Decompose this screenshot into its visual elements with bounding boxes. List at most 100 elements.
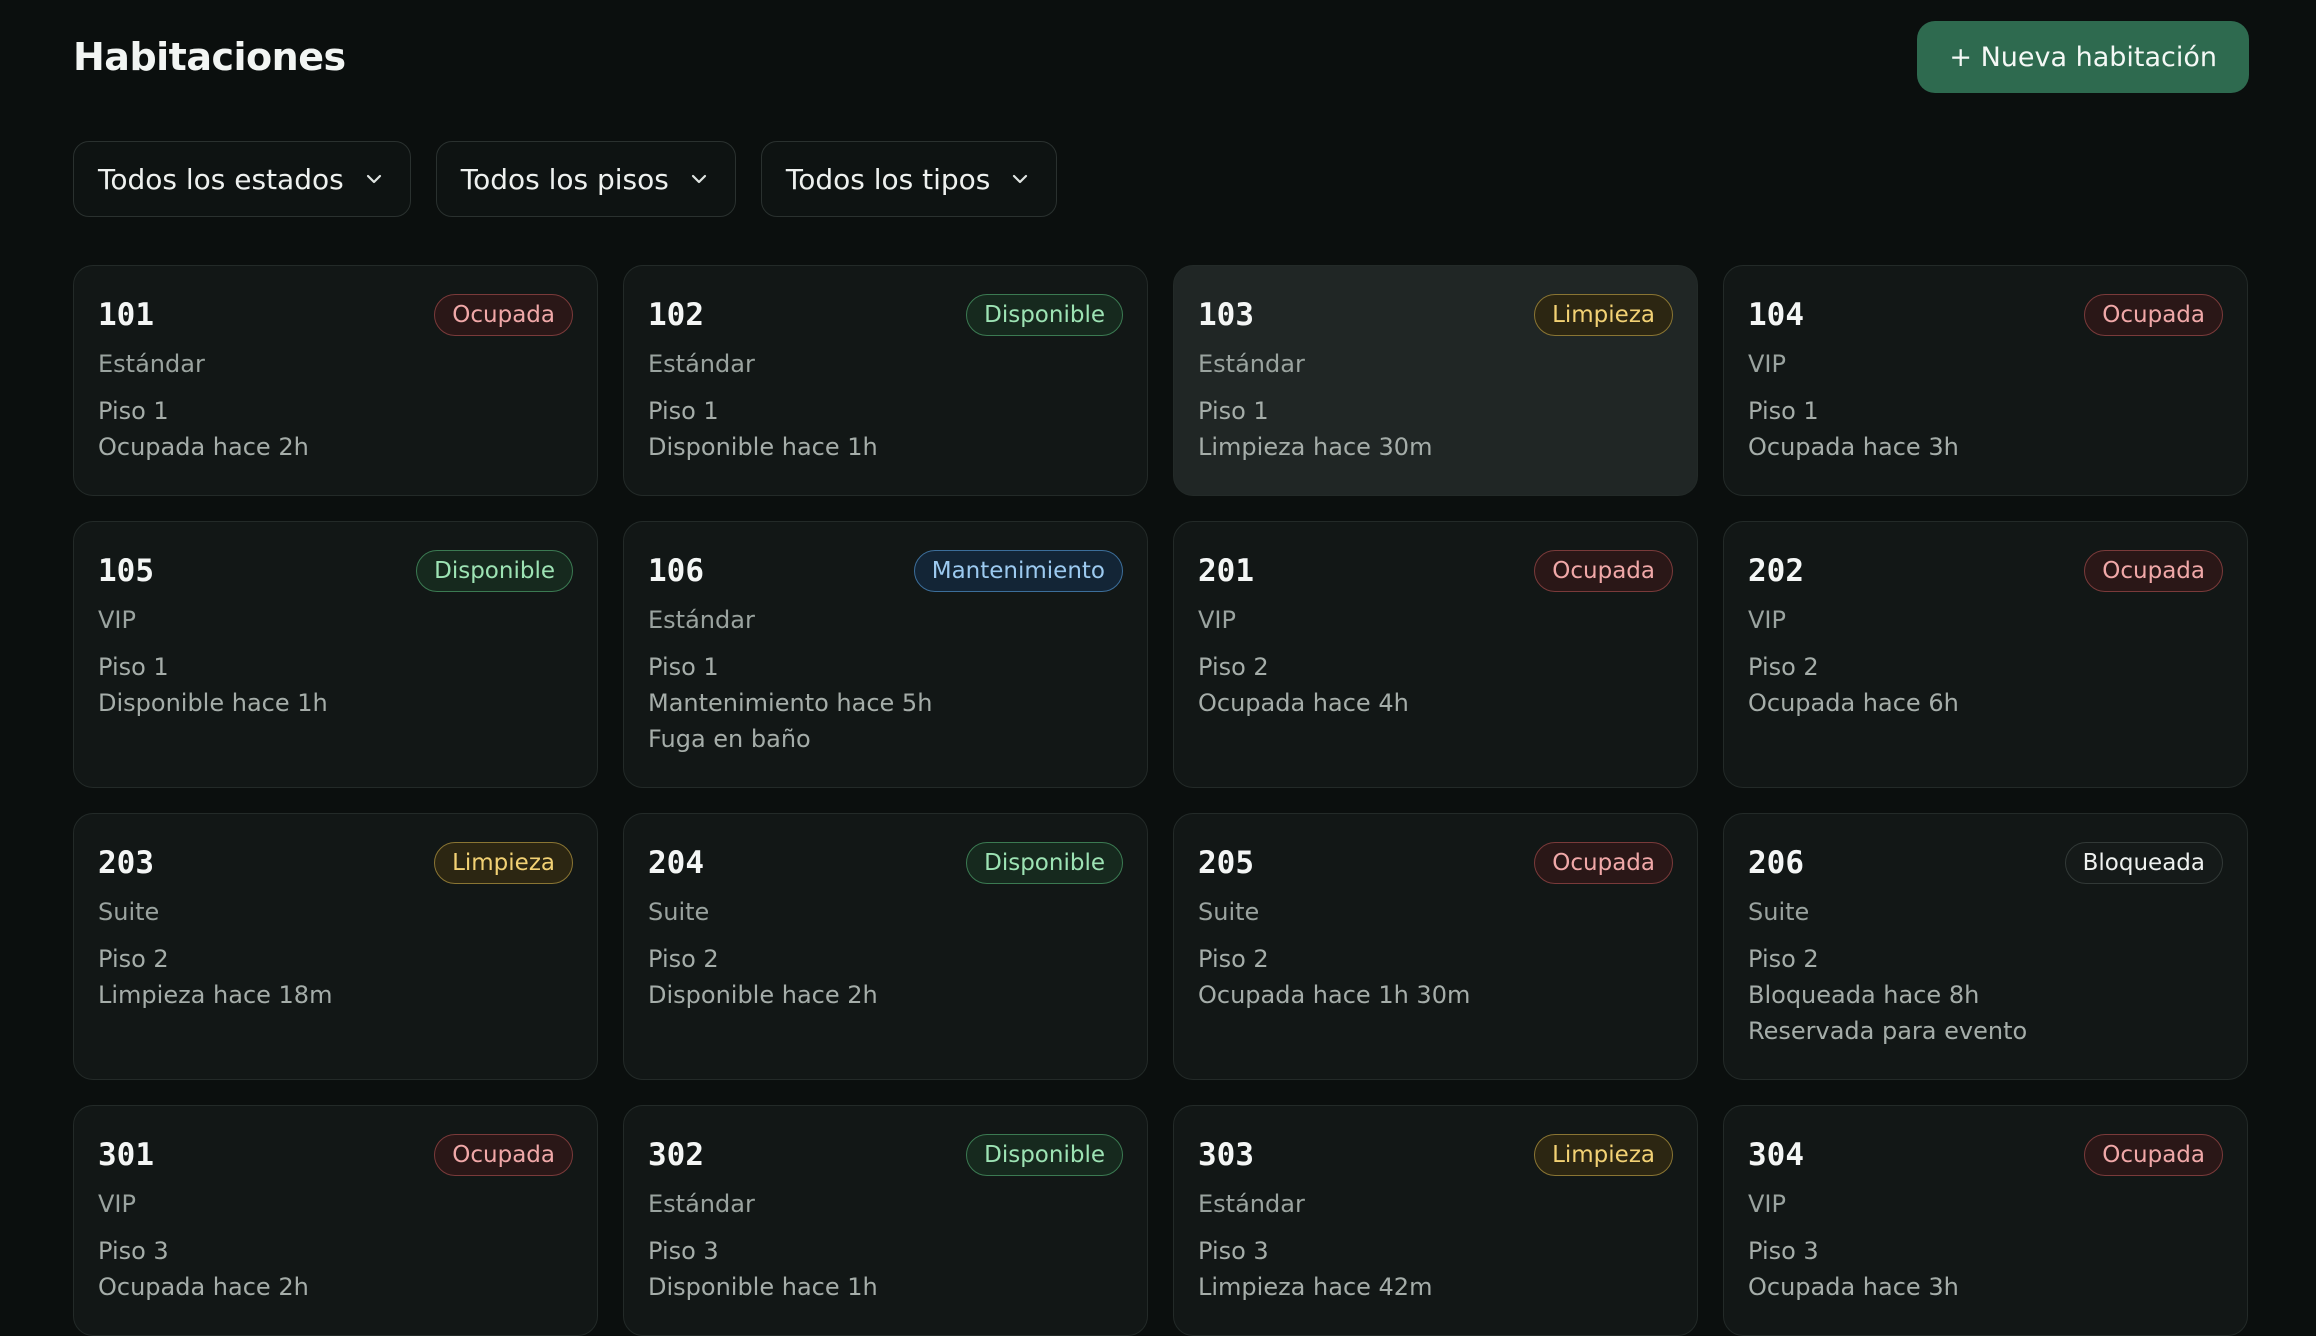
status-badge: Ocupada bbox=[1534, 842, 1673, 884]
room-status-time: Limpieza hace 42m bbox=[1198, 1273, 1433, 1301]
room-number: 105 bbox=[98, 553, 154, 589]
status-badge: Disponible bbox=[416, 550, 573, 592]
room-card[interactable]: 105 Disponible VIP Piso 1 Disponible hace 1h bbox=[73, 521, 598, 788]
type-filter-label: Todos los tipos bbox=[785, 162, 991, 196]
room-floor: Piso 1 bbox=[1748, 397, 1819, 425]
room-number: 301 bbox=[98, 1137, 154, 1173]
room-number: 102 bbox=[648, 297, 704, 333]
room-type: VIP bbox=[1198, 606, 1236, 634]
room-floor: Piso 2 bbox=[1198, 653, 1269, 681]
room-number: 201 bbox=[1198, 553, 1254, 589]
room-floor: Piso 1 bbox=[648, 397, 719, 425]
chevron-down-icon bbox=[691, 174, 706, 184]
room-floor: Piso 1 bbox=[648, 653, 719, 681]
status-badge: Mantenimiento bbox=[913, 550, 1123, 592]
filter-bar: Todos los estados Todos los pisos Todos … bbox=[73, 141, 1058, 217]
room-card-header: 103 Limpieza bbox=[1198, 294, 1673, 336]
room-type: VIP bbox=[98, 606, 136, 634]
room-card[interactable]: 205 Ocupada Suite Piso 2 Ocupada hace 1h 30m bbox=[1173, 813, 1698, 1080]
page-header: Habitaciones + Nueva habitación bbox=[73, 20, 2249, 94]
room-card-header: 106 Mantenimiento bbox=[648, 550, 1123, 592]
room-type: VIP bbox=[98, 1190, 136, 1218]
room-card[interactable]: 302 Disponible Estándar Piso 3 Disponible ha… bbox=[623, 1105, 1148, 1336]
room-number: 302 bbox=[648, 1137, 704, 1173]
room-grid: 101 Ocupada Estándar Piso 1 Ocupada hace 2h 1… bbox=[73, 265, 2248, 1336]
room-status-time: Ocupada hace 6h bbox=[1748, 689, 1959, 717]
room-status-time: Ocupada hace 3h bbox=[1748, 1273, 1959, 1301]
room-card[interactable]: 103 Limpieza Estándar Piso 1 Limpieza hace 3… bbox=[1173, 265, 1698, 496]
room-type: Suite bbox=[1198, 898, 1260, 926]
room-card[interactable]: 304 Ocupada VIP Piso 3 Ocupada hace 3h bbox=[1723, 1105, 2248, 1336]
room-floor: Piso 2 bbox=[98, 945, 169, 973]
room-type: Estándar bbox=[1198, 1190, 1305, 1218]
status-badge: Ocupada bbox=[2084, 550, 2223, 592]
chevron-down-icon bbox=[366, 174, 381, 184]
room-status-time: Disponible hace 1h bbox=[648, 1273, 878, 1301]
room-floor: Piso 2 bbox=[648, 945, 719, 973]
room-card[interactable]: 203 Limpieza Suite Piso 2 Limpieza hace 18m bbox=[73, 813, 598, 1080]
room-number: 202 bbox=[1748, 553, 1804, 589]
room-card[interactable]: 102 Disponible Estándar Piso 1 Disponible ha… bbox=[623, 265, 1148, 496]
room-status-time: Ocupada hace 1h 30m bbox=[1198, 981, 1471, 1009]
room-card[interactable]: 206 Bloqueada Suite Piso 2 Bloqueada hace 8h… bbox=[1723, 813, 2248, 1080]
room-card-header: 206 Bloqueada bbox=[1748, 842, 2223, 884]
room-card-header: 203 Limpieza bbox=[98, 842, 573, 884]
new-room-button[interactable]: + Nueva habitación bbox=[1917, 21, 2249, 93]
room-card-header: 105 Disponible bbox=[98, 550, 573, 592]
room-card-header: 302 Disponible bbox=[648, 1134, 1123, 1176]
room-status-time: Ocupada hace 3h bbox=[1748, 433, 1959, 461]
room-card-header: 303 Limpieza bbox=[1198, 1134, 1673, 1176]
room-card[interactable]: 104 Ocupada VIP Piso 1 Ocupada hace 3h bbox=[1723, 265, 2248, 496]
room-type: Suite bbox=[648, 898, 710, 926]
room-card-header: 104 Ocupada bbox=[1748, 294, 2223, 336]
room-card[interactable]: 204 Disponible Suite Piso 2 Disponible hace … bbox=[623, 813, 1148, 1080]
room-card[interactable]: 106 Mantenimiento Estándar Piso 1 Mantenimie… bbox=[623, 521, 1148, 788]
room-status-time: Mantenimiento hace 5h bbox=[648, 689, 933, 717]
status-badge: Disponible bbox=[966, 842, 1123, 884]
status-badge: Ocupada bbox=[2084, 294, 2223, 336]
floor-filter-label: Todos los pisos bbox=[460, 162, 669, 196]
room-status-time: Ocupada hace 2h bbox=[98, 1273, 309, 1301]
room-number: 104 bbox=[1748, 297, 1804, 333]
room-type: Estándar bbox=[648, 1190, 755, 1218]
room-number: 303 bbox=[1198, 1137, 1254, 1173]
room-note: Fuga en baño bbox=[648, 725, 811, 753]
room-type: Estándar bbox=[648, 606, 755, 634]
room-number: 304 bbox=[1748, 1137, 1804, 1173]
room-card[interactable]: 201 Ocupada VIP Piso 2 Ocupada hace 4h bbox=[1173, 521, 1698, 788]
room-status-time: Limpieza hace 18m bbox=[98, 981, 333, 1009]
type-filter-select[interactable]: Todos los tipos bbox=[760, 141, 1058, 217]
status-filter-select[interactable]: Todos los estados bbox=[73, 141, 411, 217]
room-status-time: Limpieza hace 30m bbox=[1198, 433, 1433, 461]
room-card-header: 304 Ocupada bbox=[1748, 1134, 2223, 1176]
room-floor: Piso 2 bbox=[1748, 653, 1819, 681]
status-badge: Ocupada bbox=[434, 1134, 573, 1176]
room-type: Estándar bbox=[1198, 350, 1305, 378]
room-card-header: 201 Ocupada bbox=[1198, 550, 1673, 592]
room-status-time: Disponible hace 1h bbox=[648, 433, 878, 461]
room-number: 101 bbox=[98, 297, 154, 333]
room-card[interactable]: 101 Ocupada Estándar Piso 1 Ocupada hace 2h bbox=[73, 265, 598, 496]
room-status-time: Disponible hace 1h bbox=[98, 689, 328, 717]
room-card-header: 204 Disponible bbox=[648, 842, 1123, 884]
status-filter-label: Todos los estados bbox=[98, 162, 344, 196]
status-badge: Ocupada bbox=[2084, 1134, 2223, 1176]
room-type: VIP bbox=[1748, 350, 1786, 378]
room-number: 204 bbox=[648, 845, 704, 881]
room-card[interactable]: 301 Ocupada VIP Piso 3 Ocupada hace 2h bbox=[73, 1105, 598, 1336]
room-floor: Piso 3 bbox=[1198, 1237, 1269, 1265]
room-card[interactable]: 202 Ocupada VIP Piso 2 Ocupada hace 6h bbox=[1723, 521, 2248, 788]
room-card[interactable]: 303 Limpieza Estándar Piso 3 Limpieza hace 4… bbox=[1173, 1105, 1698, 1336]
room-card-header: 102 Disponible bbox=[648, 294, 1123, 336]
room-card-header: 205 Ocupada bbox=[1198, 842, 1673, 884]
room-number: 106 bbox=[648, 553, 704, 589]
room-card-header: 301 Ocupada bbox=[98, 1134, 573, 1176]
room-number: 206 bbox=[1748, 845, 1804, 881]
room-floor: Piso 1 bbox=[1198, 397, 1269, 425]
floor-filter-select[interactable]: Todos los pisos bbox=[435, 141, 736, 217]
status-badge: Limpieza bbox=[434, 842, 573, 884]
room-type: VIP bbox=[1748, 1190, 1786, 1218]
status-badge: Bloqueada bbox=[2064, 842, 2223, 884]
room-floor: Piso 1 bbox=[98, 397, 169, 425]
page-title: Habitaciones bbox=[73, 35, 346, 79]
